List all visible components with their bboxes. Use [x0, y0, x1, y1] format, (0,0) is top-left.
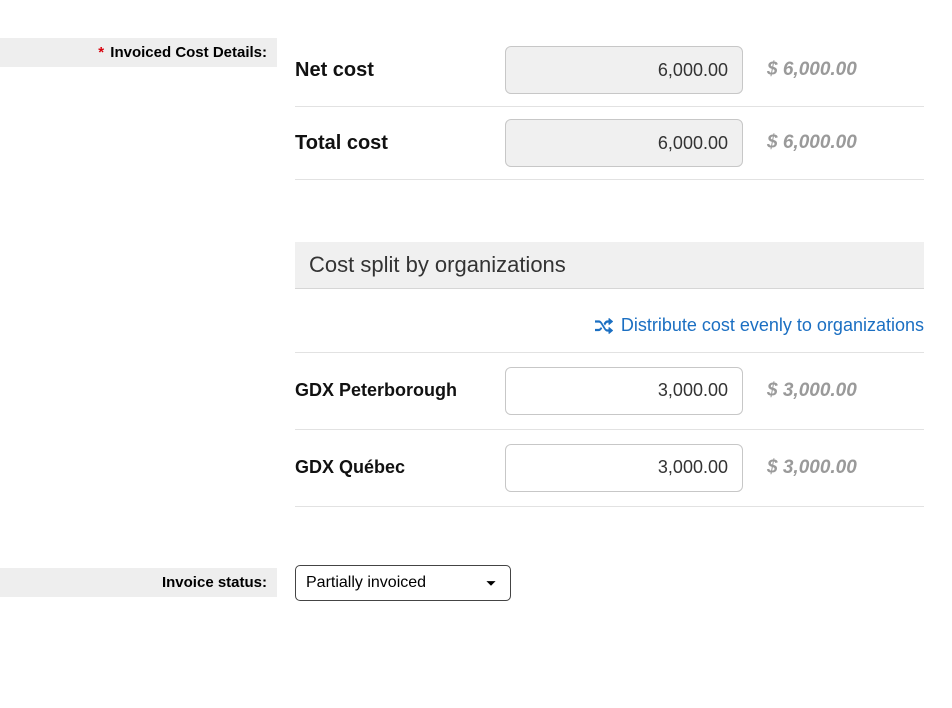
- org-input-peterborough[interactable]: [505, 367, 743, 415]
- distribute-evenly-text: Distribute cost evenly to organizations: [621, 315, 924, 336]
- total-cost-label: Total cost: [295, 132, 505, 155]
- net-cost-display: $ 6,000.00: [743, 59, 857, 81]
- org-input-quebec[interactable]: [505, 444, 743, 492]
- org-name-quebec: GDX Québec: [295, 457, 505, 478]
- invoice-status-label: Invoice status:: [0, 568, 277, 597]
- total-cost-input: [505, 119, 743, 167]
- distribute-row: Distribute cost evenly to organizations: [295, 297, 924, 353]
- org-row-quebec: GDX Québec $ 3,000.00: [295, 430, 924, 507]
- org-display-quebec: $ 3,000.00: [743, 457, 857, 479]
- invoiced-cost-details-label: * Invoiced Cost Details:: [0, 38, 277, 67]
- org-row-peterborough: GDX Peterborough $ 3,000.00: [295, 353, 924, 430]
- net-cost-label: Net cost: [295, 59, 505, 82]
- org-name-peterborough: GDX Peterborough: [295, 380, 505, 401]
- distribute-evenly-link[interactable]: Distribute cost evenly to organizations: [595, 315, 924, 336]
- required-asterisk: *: [98, 44, 104, 61]
- net-cost-row: Net cost $ 6,000.00: [295, 38, 924, 107]
- net-cost-input: [505, 46, 743, 94]
- shuffle-icon: [595, 317, 613, 335]
- invoice-status-select[interactable]: Partially invoiced: [295, 565, 511, 601]
- cost-split-header: Cost split by organizations: [295, 242, 924, 289]
- invoiced-cost-details-text: Invoiced Cost Details:: [110, 44, 267, 61]
- total-cost-display: $ 6,000.00: [743, 132, 857, 154]
- total-cost-row: Total cost $ 6,000.00: [295, 107, 924, 180]
- invoice-status-text: Invoice status:: [162, 574, 267, 591]
- org-display-peterborough: $ 3,000.00: [743, 380, 857, 402]
